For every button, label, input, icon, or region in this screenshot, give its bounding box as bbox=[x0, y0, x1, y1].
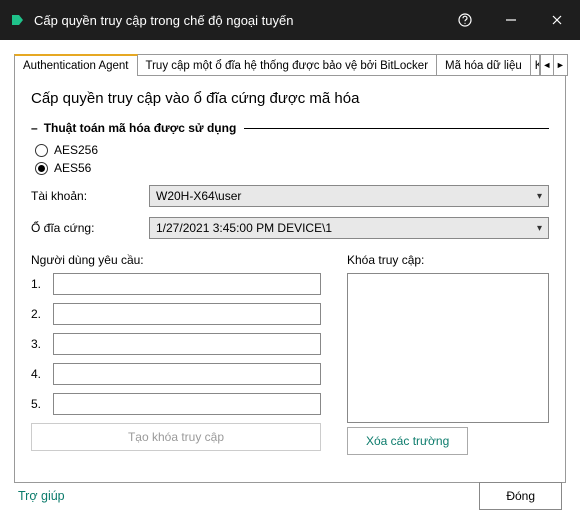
generate-key-button: Tạo khóa truy cập bbox=[31, 423, 321, 451]
row-number: 1. bbox=[31, 277, 53, 291]
radio-aes56[interactable]: AES56 bbox=[35, 161, 549, 175]
tab-strip: Authentication Agent Truy cập một ổ đĩa … bbox=[14, 54, 566, 76]
account-select[interactable]: W20H-X64\user ▾ bbox=[149, 185, 549, 207]
close-window-button[interactable] bbox=[534, 0, 580, 40]
user-request-label: Người dùng yêu cầu: bbox=[31, 253, 321, 267]
request-input-3[interactable] bbox=[53, 333, 321, 355]
close-button[interactable]: Đóng bbox=[479, 482, 562, 510]
row-number: 4. bbox=[31, 367, 53, 381]
window-title: Cấp quyền truy cập trong chế độ ngoại tu… bbox=[34, 13, 293, 28]
title-bar: Cấp quyền truy cập trong chế độ ngoại tu… bbox=[0, 0, 580, 40]
tab-label: Ki bbox=[535, 60, 540, 72]
app-logo-icon bbox=[10, 13, 24, 27]
tab-label: Authentication Agent bbox=[23, 60, 129, 72]
hdd-label: Ổ đĩa cứng: bbox=[31, 221, 149, 235]
footer: Trợ giúp Đóng bbox=[0, 470, 580, 524]
account-label: Tài khoản: bbox=[31, 189, 149, 203]
radio-label: AES256 bbox=[54, 143, 98, 157]
button-label: Xóa các trường bbox=[366, 434, 449, 448]
row-number: 5. bbox=[31, 397, 53, 411]
panel-title: Cấp quyền truy cập vào ổ đĩa cứng được m… bbox=[31, 90, 549, 107]
tab-label: Truy cập một ổ đĩa hệ thống được bảo vệ … bbox=[146, 60, 429, 72]
radio-label: AES56 bbox=[54, 161, 91, 175]
help-icon[interactable] bbox=[442, 0, 488, 40]
tab-data-encryption[interactable]: Mã hóa dữ liệu bbox=[436, 54, 531, 76]
row-number: 3. bbox=[31, 337, 53, 351]
request-input-4[interactable] bbox=[53, 363, 321, 385]
tab-bitlocker[interactable]: Truy cập một ổ đĩa hệ thống được bảo vệ … bbox=[137, 54, 438, 76]
radio-icon bbox=[35, 162, 48, 175]
request-input-1[interactable] bbox=[53, 273, 321, 295]
button-label: Tạo khóa truy cập bbox=[128, 430, 224, 444]
request-input-2[interactable] bbox=[53, 303, 321, 325]
request-input-5[interactable] bbox=[53, 393, 321, 415]
radio-icon bbox=[35, 144, 48, 157]
algorithm-legend-text: Thuật toán mã hóa được sử dụng bbox=[40, 121, 241, 135]
tab-panel: Cấp quyền truy cập vào ổ đĩa cứng được m… bbox=[14, 75, 566, 483]
row-number: 2. bbox=[31, 307, 53, 321]
help-link[interactable]: Trợ giúp bbox=[18, 489, 65, 503]
account-value: W20H-X64\user bbox=[156, 189, 241, 203]
minimize-button[interactable] bbox=[488, 0, 534, 40]
hdd-select[interactable]: 1/27/2021 3:45:00 PM DEVICE\1 ▾ bbox=[149, 217, 549, 239]
tab-scroll-right-icon[interactable]: ► bbox=[554, 54, 568, 76]
tab-scroll-left-icon[interactable]: ◄ bbox=[540, 54, 554, 76]
hdd-value: 1/27/2021 3:45:00 PM DEVICE\1 bbox=[156, 221, 332, 235]
chevron-down-icon: ▾ bbox=[537, 191, 542, 202]
radio-aes256[interactable]: AES256 bbox=[35, 143, 549, 157]
clear-fields-button[interactable]: Xóa các trường bbox=[347, 427, 468, 455]
tab-authentication-agent[interactable]: Authentication Agent bbox=[14, 54, 138, 76]
access-key-label: Khóa truy cập: bbox=[347, 253, 549, 267]
algorithm-legend: – Thuật toán mã hóa được sử dụng bbox=[31, 121, 549, 135]
chevron-down-icon: ▾ bbox=[537, 223, 542, 234]
tab-label: Mã hóa dữ liệu bbox=[445, 60, 522, 72]
access-key-textarea[interactable] bbox=[347, 273, 549, 423]
button-label: Đóng bbox=[506, 489, 535, 503]
tab-overflow[interactable]: Ki bbox=[530, 54, 540, 76]
